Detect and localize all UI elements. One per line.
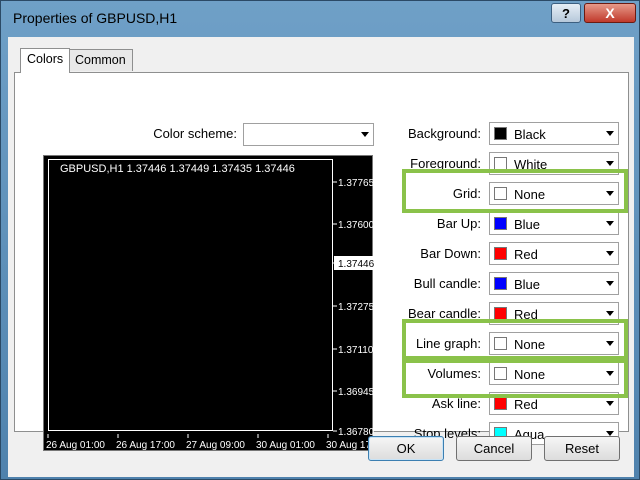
color-scheme-label: Color scheme: bbox=[153, 126, 237, 141]
help-button[interactable]: ? bbox=[551, 3, 581, 23]
time-axis-label: 26 Aug 17:00 bbox=[116, 440, 175, 451]
title-bar[interactable]: Properties of GBPUSD,H1 ? X bbox=[1, 1, 639, 35]
ask-line-value: Red bbox=[514, 397, 538, 412]
highlight-volumes bbox=[402, 356, 628, 398]
bar-down-label: Bar Down: bbox=[420, 246, 481, 261]
tab-colors[interactable]: Colors bbox=[20, 48, 71, 73]
time-axis-label: 30 Aug 17: bbox=[326, 440, 374, 451]
chart-preview-svg: GBPUSD,H1 1.37446 1.37449 1.37435 1.3744… bbox=[46, 163, 374, 451]
bar-down-color-select[interactable]: Red bbox=[489, 242, 619, 265]
bull-candle-label: Bull candle: bbox=[413, 276, 481, 291]
chevron-down-icon bbox=[606, 221, 614, 226]
chevron-down-icon bbox=[606, 401, 614, 406]
chevron-down-icon bbox=[606, 251, 614, 256]
background-label: Background: bbox=[408, 126, 481, 141]
price-axis-label: 1.37765 bbox=[338, 178, 374, 189]
price-axis-label: 1.37275 bbox=[338, 302, 374, 313]
color-swatch bbox=[494, 277, 507, 290]
price-axis-label: 1.37600 bbox=[338, 220, 374, 231]
highlight-grid bbox=[402, 169, 628, 213]
price-axis-label: 1.37446 bbox=[338, 259, 374, 270]
chart-header-text: GBPUSD,H1 1.37446 1.37449 1.37435 1.3744… bbox=[60, 163, 295, 175]
time-axis-label: 30 Aug 01:00 bbox=[256, 440, 315, 451]
bar-up-label: Bar Up: bbox=[436, 216, 481, 231]
cancel-button[interactable]: Cancel bbox=[456, 436, 532, 461]
background-color-select[interactable]: Black bbox=[489, 122, 619, 145]
color-swatch bbox=[494, 397, 507, 410]
close-button[interactable]: X bbox=[584, 3, 636, 23]
color-swatch bbox=[494, 217, 507, 230]
color-swatch bbox=[494, 127, 507, 140]
chevron-down-icon bbox=[606, 311, 614, 316]
chart-preview: GBPUSD,H1 1.37446 1.37449 1.37435 1.3744… bbox=[43, 155, 374, 451]
color-scheme-select[interactable] bbox=[243, 123, 374, 146]
chevron-down-icon bbox=[606, 281, 614, 286]
dialog-client-area: Colors Common Color scheme: GBPUSD,H1 1.… bbox=[8, 37, 634, 477]
bar-down-value: Red bbox=[514, 247, 538, 262]
color-swatch bbox=[494, 247, 507, 260]
time-axis-label: 26 Aug 01:00 bbox=[46, 440, 105, 451]
time-axis-label: 27 Aug 09:00 bbox=[186, 440, 245, 451]
window-title: Properties of GBPUSD,H1 bbox=[13, 10, 178, 26]
bull-candle-value: Blue bbox=[514, 277, 541, 292]
ok-button[interactable]: OK bbox=[368, 436, 444, 461]
chevron-down-icon bbox=[606, 161, 614, 166]
colors-panel: Color scheme: GBPUSD,H1 1.37446 1.37449 … bbox=[14, 72, 629, 451]
chevron-down-icon bbox=[606, 131, 614, 136]
bar-up-color-select[interactable]: Blue bbox=[489, 212, 619, 235]
ask-line-label: Ask line: bbox=[431, 396, 481, 411]
tab-common[interactable]: Common bbox=[68, 49, 133, 71]
price-axis-label: 1.36945 bbox=[338, 387, 374, 398]
reset-button[interactable]: Reset bbox=[544, 436, 620, 461]
properties-dialog: Properties of GBPUSD,H1 ? X Colors Commo… bbox=[0, 0, 640, 480]
bar-up-value: Blue bbox=[514, 217, 541, 232]
chevron-down-icon bbox=[361, 132, 369, 137]
bull-candle-color-select[interactable]: Blue bbox=[489, 272, 619, 295]
price-axis-label: 1.37110 bbox=[338, 345, 374, 356]
background-value: Black bbox=[514, 127, 546, 142]
